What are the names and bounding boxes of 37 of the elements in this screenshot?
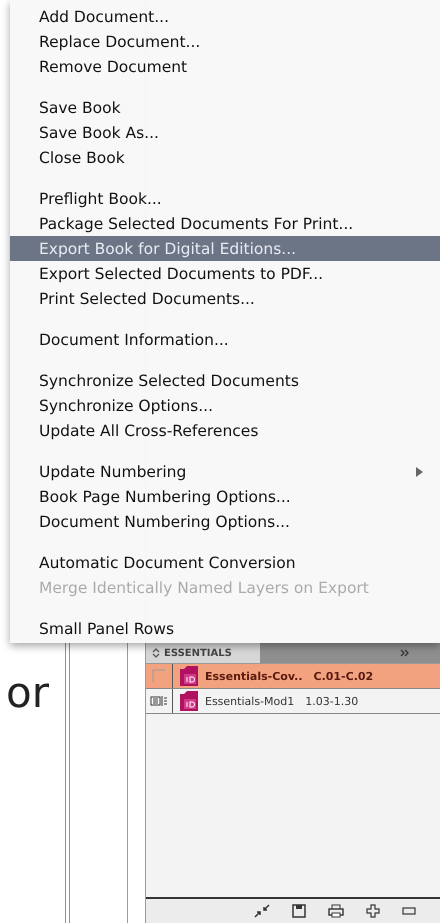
menu-item[interactable]: Document Numbering Options... <box>10 509 440 534</box>
panel-tab[interactable]: ESSENTIALS <box>146 643 260 663</box>
menu-item[interactable]: Save Book As... <box>10 120 440 145</box>
menu-item[interactable]: Export Selected Documents to PDF... <box>10 261 440 286</box>
page-range: 1.03-1.30 <box>305 694 358 708</box>
menu-item[interactable]: Add Document... <box>10 4 440 29</box>
collapse-icon[interactable] <box>152 648 160 658</box>
menu-item[interactable]: Export Book for Digital Editions... <box>10 236 440 261</box>
sync-icon[interactable] <box>254 904 270 918</box>
document-row[interactable]: Essentials-Cov.. C.01-C.02 <box>146 664 440 689</box>
save-icon[interactable] <box>292 904 306 918</box>
menu-item[interactable]: Synchronize Selected Documents <box>10 368 440 393</box>
canvas-text: or <box>6 668 49 717</box>
menu-item[interactable]: Close Book <box>10 145 440 170</box>
menu-item[interactable]: Print Selected Documents... <box>10 286 440 311</box>
print-icon[interactable] <box>328 904 344 918</box>
indesign-file-icon <box>178 665 200 687</box>
menu-item[interactable]: Small Panel Rows <box>10 616 440 641</box>
remove-icon[interactable] <box>402 907 416 915</box>
menu-item[interactable]: Update All Cross-References <box>10 418 440 443</box>
menu-item[interactable]: Preflight Book... <box>10 186 440 211</box>
menu-item[interactable]: Book Page Numbering Options... <box>10 484 440 509</box>
menu-item[interactable]: Document Information... <box>10 327 440 352</box>
document-name: Essentials-Mod1 <box>205 694 294 708</box>
menu-item[interactable]: Replace Document... <box>10 29 440 54</box>
document-name: Essentials-Cov.. <box>205 670 302 682</box>
expand-icon[interactable] <box>400 649 410 657</box>
menu-item[interactable]: Update Numbering <box>10 459 440 484</box>
page-range: C.01-C.02 <box>314 670 374 682</box>
menu-item[interactable]: Package Selected Documents For Print... <box>10 211 440 236</box>
menu-item[interactable]: Save Book <box>10 95 440 120</box>
indesign-file-icon <box>178 690 200 712</box>
add-icon[interactable] <box>366 904 380 918</box>
menu-item[interactable]: Automatic Document Conversion <box>10 550 440 575</box>
menu-item[interactable]: Remove Document <box>10 54 440 79</box>
menu-item[interactable]: Synchronize Options... <box>10 393 440 418</box>
document-row[interactable]: Essentials-Mod1 1.03-1.30 <box>146 689 440 714</box>
